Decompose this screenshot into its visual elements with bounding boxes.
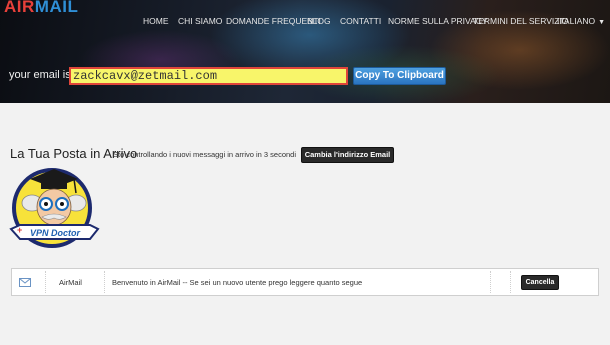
nav-blog[interactable]: BLOG <box>307 16 331 26</box>
nav-chi-siamo[interactable]: CHI SIAMO <box>178 16 222 26</box>
message-subject: Benvenuto in AirMail -- Se sei un nuovo … <box>112 278 363 287</box>
email-bar: your email is : zackcavx@zetmail.com Cop… <box>0 62 610 94</box>
column-divider <box>45 271 46 293</box>
nav-terms[interactable]: TERMINI DEL SERVIZIO <box>473 16 568 26</box>
envelope-icon <box>19 278 31 287</box>
email-address-field[interactable]: zackcavx@zetmail.com <box>69 67 348 85</box>
language-label: ITALIANO <box>557 16 596 26</box>
message-row[interactable]: AirMail Benvenuto in AirMail -- Se sei u… <box>11 268 599 296</box>
logo-part-air: AIR <box>4 0 35 16</box>
logo-part-mail: MAIL <box>34 0 79 16</box>
airmail-logo[interactable]: AIRMAIL <box>4 0 78 17</box>
column-divider <box>510 271 511 293</box>
site-header: AIRMAIL HOME CHI SIAMO DOMANDE FREQUENTI… <box>0 0 610 103</box>
copy-to-clipboard-button[interactable]: Copy To Clipboard <box>353 67 446 85</box>
message-sender: AirMail <box>59 278 82 287</box>
main-nav: HOME CHI SIAMO DOMANDE FREQUENTI BLOG CO… <box>0 16 610 28</box>
nav-contatti[interactable]: CONTATTI <box>340 16 381 26</box>
chevron-down-icon: ▼ <box>598 19 606 26</box>
svg-text:+: + <box>17 225 22 235</box>
change-email-button[interactable]: Cambia l'indirizzo Email <box>301 147 394 163</box>
email-label: your email is : <box>9 69 77 81</box>
language-selector[interactable]: ITALIANO ▼ <box>557 16 605 26</box>
column-divider <box>104 271 105 293</box>
inbox-status-text: Sto controllando i nuovi messaggi in arr… <box>113 150 297 159</box>
vpn-doctor-mascot-icon[interactable]: VPN Doctor + <box>8 163 100 258</box>
mascot-badge-text: VPN Doctor <box>30 228 81 238</box>
nav-home[interactable]: HOME <box>143 16 169 26</box>
delete-message-button[interactable]: Cancella <box>521 275 559 290</box>
column-divider <box>490 271 491 293</box>
